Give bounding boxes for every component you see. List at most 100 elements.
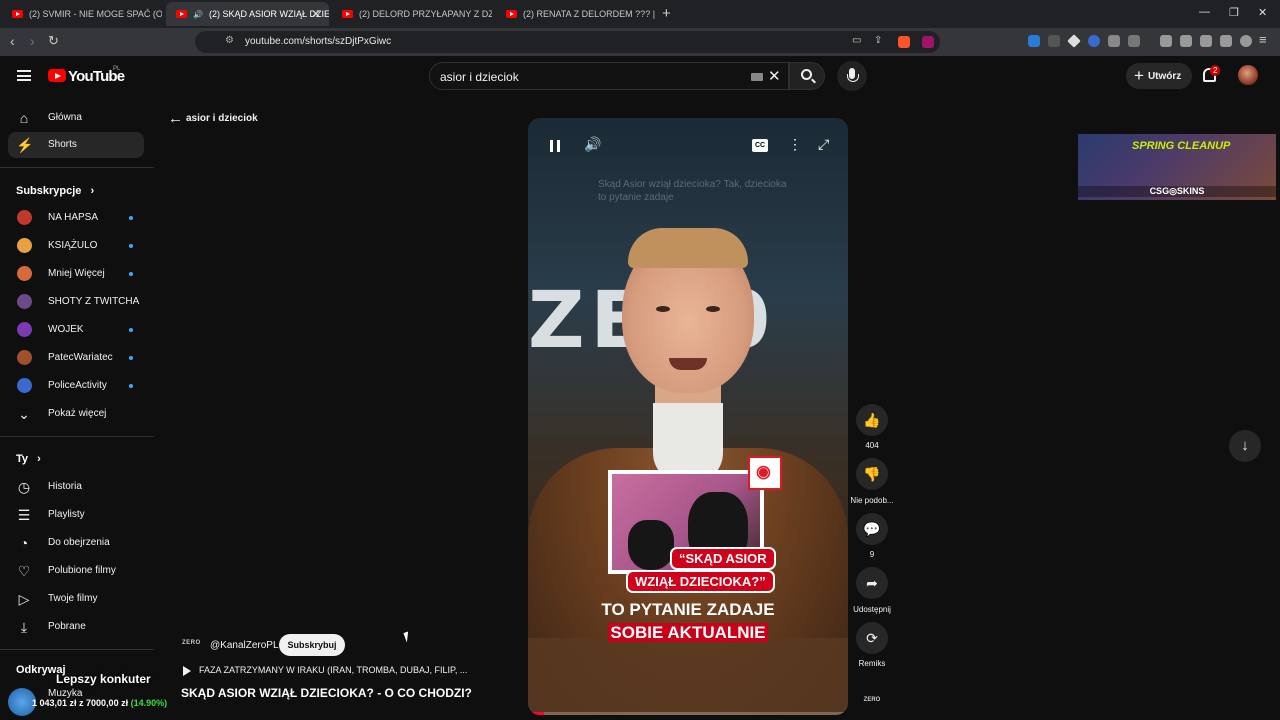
presenter-hair — [628, 228, 748, 268]
captions-icon[interactable]: CC — [752, 139, 768, 152]
linked-video-title: FAZA ZATRZYMANY W IRAKU (IRAN, TROMBA, D… — [199, 665, 468, 675]
linked-video-row[interactable]: FAZA ZATRZYMANY W IRAKU (IRAN, TROMBA, D… — [183, 665, 467, 676]
sidebar-item-label: Twoje filmy — [48, 593, 98, 604]
history-icon: ◷ — [17, 479, 31, 495]
sidebar-item-shorts[interactable]: ⚡ Shorts — [8, 132, 144, 158]
sidebar-item-watch-later[interactable]: ◔ Do obejrzenia — [8, 530, 144, 556]
channel-avatar — [17, 294, 32, 309]
pause-icon[interactable] — [550, 140, 560, 152]
sidebar-item-subscription[interactable]: PatecWariatec — [8, 345, 144, 371]
keyboard-icon[interactable] — [751, 73, 763, 81]
menu-icon[interactable] — [17, 70, 31, 81]
sidebar-item-subscription[interactable]: NA HAPSA — [8, 205, 144, 231]
ad-banner[interactable]: SPRING CLEANUP CSG◎SKINS — [1078, 134, 1276, 200]
comment-count: 9 — [869, 550, 875, 559]
brave-shield-icon[interactable] — [898, 36, 910, 48]
ad-title: SPRING CLEANUP — [1132, 140, 1231, 152]
browser-tab[interactable]: (2) RENATA Z DELORDEM ??? | DOBR — [496, 2, 656, 26]
video-headline-2: SOBIE AKTUALNIE — [528, 623, 848, 643]
channel-chip[interactable]: ZERO — [860, 692, 884, 708]
back-query-label: asior i dzieciok — [186, 113, 258, 124]
remix-icon: ⟳ — [866, 630, 878, 646]
sidebar-item-downloads[interactable]: ⤓ Pobrane — [8, 614, 144, 640]
sidebar-item-label: Pokaż więcej — [48, 408, 107, 419]
sidebar-toggle-icon[interactable] — [1180, 35, 1192, 47]
close-window-button[interactable]: ✕ — [1258, 6, 1267, 19]
more-options-icon[interactable]: ⋮ — [788, 136, 802, 153]
video-title[interactable]: SKĄD ASIOR WZIĄŁ DZIECIOKA? - O CO CHODZ… — [181, 686, 472, 700]
vpn-icon[interactable] — [1240, 35, 1252, 47]
reload-icon[interactable]: ↻ — [48, 33, 59, 49]
browser-tab[interactable]: (2) DELORD PRZYŁAPANY Z DZIEWC — [332, 2, 492, 26]
browser-tab-active[interactable]: 🔊 (2) SKĄD ASIOR WZIĄŁ DZIEC ✕ — [166, 2, 329, 26]
sidebar-item-subscription[interactable]: Mniej Więcej — [8, 261, 144, 287]
extension-icon[interactable] — [1128, 35, 1140, 47]
search-input[interactable]: asior i dzieciok ✕ — [429, 62, 789, 90]
sidebar-item-history[interactable]: ◷ Historia — [8, 474, 144, 500]
new-content-dot — [129, 272, 133, 276]
sidebar-item-your-videos[interactable]: ▷ Twoje filmy — [8, 586, 144, 612]
search-button[interactable] — [789, 62, 825, 90]
youtube-logo-icon[interactable] — [48, 69, 66, 82]
create-button[interactable]: + Utwórz — [1126, 63, 1192, 89]
channel-handle[interactable]: @KanalZeroPL — [210, 640, 279, 651]
wallet-icon[interactable] — [1200, 35, 1212, 47]
sidebar: ⌂ Główna ⚡ Shorts Subskrypcje › NA HAPSA… — [0, 100, 154, 720]
sidebar-item-subscription[interactable]: SHOTY Z TWITCHA — [8, 289, 144, 315]
share-arrow-icon: ➦ — [866, 575, 878, 591]
sidebar-item-subscription[interactable]: WOJEK — [8, 317, 144, 343]
video-progress-bar[interactable] — [528, 712, 848, 715]
extension-icon[interactable] — [1067, 34, 1081, 48]
tab-title: (2) DELORD PRZYŁAPANY Z DZIEWC — [359, 9, 492, 19]
share-button[interactable]: ➦ — [856, 567, 888, 599]
forward-icon[interactable]: › — [30, 33, 35, 49]
youtube-favicon-icon — [176, 10, 187, 18]
site-info-icon[interactable]: ⚙ — [225, 35, 234, 46]
next-video-button[interactable]: ↓ — [1229, 430, 1261, 462]
sidebar-item-label: Shorts — [48, 139, 77, 150]
fullscreen-icon[interactable]: ⤢ — [818, 136, 829, 153]
sidebar-item-show-more[interactable]: ⌄ Pokaż więcej — [8, 401, 144, 427]
mouse-cursor-icon — [403, 631, 412, 643]
channel-avatar — [17, 238, 32, 253]
extensions-puzzle-icon[interactable] — [1108, 35, 1120, 47]
clear-search-icon[interactable]: ✕ — [768, 67, 781, 85]
divider — [0, 167, 154, 168]
extension-icon[interactable] — [1088, 35, 1100, 47]
browser-menu-icon[interactable]: ≡ — [1259, 32, 1267, 47]
sidebar-item-playlists[interactable]: ☰ Playlisty — [8, 502, 144, 528]
channel-name: PatecWariatec — [48, 352, 113, 363]
back-icon[interactable]: ‹ — [10, 33, 15, 49]
minimize-button[interactable]: — — [1199, 6, 1210, 18]
brave-rewards-icon[interactable] — [922, 36, 934, 48]
video-headline-1: TO PYTANIE ZADAJE — [601, 600, 775, 619]
remix-button[interactable]: ⟳ — [856, 622, 888, 654]
sidebar-item-liked[interactable]: ♡ Polubione filmy — [8, 558, 144, 584]
extension-icon[interactable] — [1028, 35, 1040, 47]
extension-icon[interactable] — [1048, 35, 1060, 47]
new-tab-button[interactable]: + — [662, 5, 671, 22]
headline-highlight: SOBIE AKTUALNIE — [608, 623, 768, 642]
subscriptions-heading[interactable]: Subskrypcje › — [16, 185, 94, 197]
address-bar[interactable]: ⚙ youtube.com/shorts/szDjtPxGiwc ▭ ⇪ — [195, 31, 940, 53]
channel-logo[interactable]: ZERO — [182, 640, 201, 646]
comments-button[interactable]: 💬 — [856, 513, 888, 545]
subscribe-button[interactable]: Subskrybuj — [279, 634, 345, 656]
volume-icon[interactable]: 🔊 — [584, 136, 601, 153]
presenter-eye — [656, 306, 670, 312]
like-button[interactable]: 👍 — [856, 404, 888, 436]
browser-tab[interactable]: (2) SVMIR - NIE MOGE SPAĆ (Official — [2, 2, 162, 26]
youtube-favicon-icon — [342, 10, 353, 18]
close-tab-icon[interactable]: ✕ — [311, 7, 321, 21]
share-label: Udostępnij — [853, 605, 891, 614]
shorts-video-player[interactable]: ZER0 Skąd Asior wziął dzieciokа? Tak, dz… — [528, 118, 848, 715]
restore-button[interactable]: ❐ — [1229, 6, 1239, 19]
account-avatar[interactable] — [1238, 65, 1258, 85]
media-icon[interactable] — [1160, 35, 1172, 47]
dislike-button[interactable]: 👎 — [856, 458, 888, 490]
leo-ai-icon[interactable] — [1220, 35, 1232, 47]
you-heading[interactable]: Ty › — [16, 453, 41, 465]
sidebar-item-subscription[interactable]: PoliceActivity — [8, 373, 144, 399]
sidebar-item-home[interactable]: ⌂ Główna — [8, 105, 144, 131]
sidebar-item-subscription[interactable]: KSIĄŻULO — [8, 233, 144, 259]
